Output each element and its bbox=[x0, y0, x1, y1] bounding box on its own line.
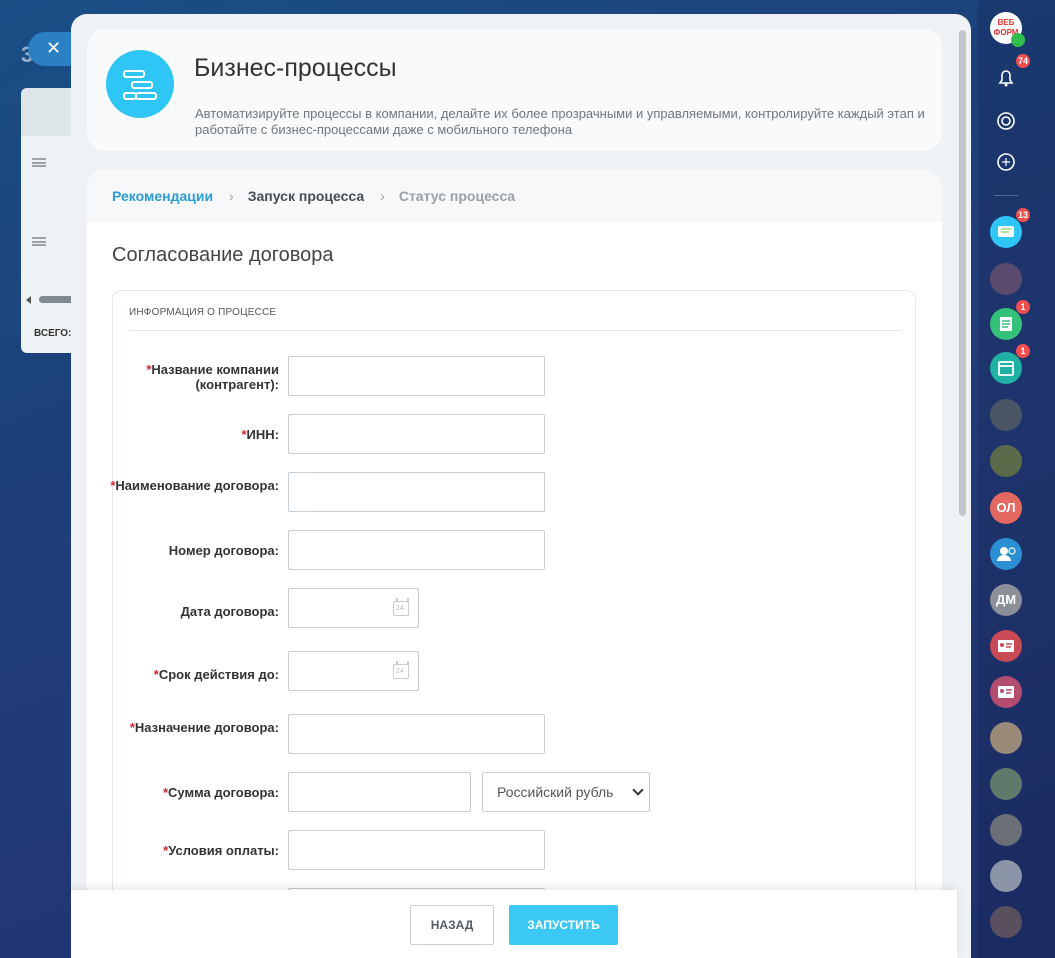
back-button[interactable]: НАЗАД bbox=[410, 905, 494, 945]
breadcrumb-launch-process: Запуск процесса bbox=[247, 187, 365, 204]
field-label-company: *Название компании (контрагент): bbox=[146, 362, 279, 392]
field-label-inn: *ИНН: bbox=[241, 427, 279, 442]
avatar[interactable] bbox=[990, 814, 1022, 846]
chevron-right-icon: › bbox=[380, 187, 385, 204]
close-icon: ✕ bbox=[46, 38, 62, 58]
field-label-payment-terms: *Условия оплаты: bbox=[163, 843, 279, 858]
chat-search-icon[interactable] bbox=[990, 146, 1022, 178]
slider-panel: Бизнес-процессы Автоматизируйте процессы… bbox=[71, 14, 971, 958]
field-label-purpose: *Назначение договора: bbox=[129, 720, 279, 735]
contact-card-icon[interactable] bbox=[990, 630, 1022, 662]
inn-input[interactable] bbox=[288, 414, 545, 454]
field-label-contract-number: Номер договора: bbox=[168, 543, 279, 558]
drag-handle-icon bbox=[32, 158, 46, 167]
currency-select-value: Российский рубль bbox=[497, 784, 614, 800]
field-label-contract-name: *Наименование договора: bbox=[110, 478, 279, 493]
background-total-label: ВСЕГО: bbox=[34, 328, 72, 339]
field-label-amount: *Сумма договора: bbox=[162, 785, 279, 800]
main-card: Рекомендации › Запуск процесса › Статус … bbox=[87, 169, 942, 958]
avatar[interactable] bbox=[990, 860, 1022, 892]
page-title: Бизнес-процессы bbox=[194, 54, 397, 82]
contract-number-input[interactable] bbox=[288, 530, 545, 570]
avatar[interactable] bbox=[990, 263, 1022, 295]
drag-handle-icon bbox=[32, 237, 46, 246]
contract-purpose-input[interactable] bbox=[288, 714, 545, 754]
header-card: Бизнес-процессы Автоматизируйте процессы… bbox=[87, 29, 942, 151]
scroll-left-arrow-icon[interactable] bbox=[26, 296, 31, 304]
avatar[interactable]: ДМ bbox=[990, 584, 1022, 616]
notifications-bell-icon[interactable]: 74 bbox=[990, 54, 1030, 94]
contact-card-icon[interactable] bbox=[990, 676, 1022, 708]
web-form-icon[interactable]: ВЕБ ФОРМ bbox=[990, 12, 1025, 47]
calendar-icon[interactable]: 24 bbox=[393, 598, 409, 616]
avatar[interactable] bbox=[990, 768, 1022, 800]
right-sidebar: ВЕБ ФОРМ 74 13 1 1 ОЛ ДМ bbox=[978, 0, 1055, 958]
panel-scrollbar[interactable] bbox=[959, 30, 966, 516]
calendar-icon[interactable]: 24 bbox=[393, 661, 409, 679]
section-divider bbox=[129, 330, 901, 331]
field-label-valid-until: *Срок действия до: bbox=[153, 667, 279, 682]
chat-badge: 13 bbox=[1015, 208, 1030, 222]
activity-icon[interactable] bbox=[990, 105, 1022, 137]
avatar[interactable] bbox=[990, 445, 1022, 477]
avatar[interactable] bbox=[990, 399, 1022, 431]
chat-icon[interactable]: 13 bbox=[990, 208, 1030, 248]
business-process-icon bbox=[106, 50, 174, 118]
process-info-section: ИНФОРМАЦИЯ О ПРОЦЕССЕ *Название компании… bbox=[110, 290, 916, 958]
sidebar-divider bbox=[994, 195, 1018, 196]
chevron-down-icon bbox=[632, 784, 644, 796]
contract-date-input[interactable]: 24 bbox=[288, 588, 419, 628]
payment-terms-input[interactable] bbox=[288, 830, 545, 870]
breadcrumb: Рекомендации › Запуск процесса › Статус … bbox=[87, 169, 942, 222]
breadcrumb-recommendations[interactable]: Рекомендации bbox=[112, 188, 213, 204]
news-icon[interactable]: 1 bbox=[990, 300, 1030, 340]
field-label-contract-date: Дата договора: bbox=[180, 604, 279, 619]
contract-name-input[interactable] bbox=[288, 472, 545, 512]
company-name-input[interactable] bbox=[288, 356, 545, 396]
chevron-right-icon: › bbox=[229, 187, 234, 204]
contract-amount-input[interactable] bbox=[288, 772, 471, 812]
page-description: Автоматизируйте процессы в компании, дел… bbox=[195, 106, 925, 137]
section-title: ИНФОРМАЦИЯ О ПРОЦЕССЕ bbox=[129, 307, 277, 318]
calendar-icon[interactable]: 1 bbox=[990, 344, 1030, 384]
avatar[interactable] bbox=[990, 906, 1022, 938]
footer-bar: НАЗАД ЗАПУСТИТЬ bbox=[71, 890, 957, 958]
avatar-user-icon[interactable] bbox=[990, 538, 1022, 570]
avatar[interactable] bbox=[990, 722, 1022, 754]
run-button[interactable]: ЗАПУСТИТЬ bbox=[509, 905, 618, 945]
notifications-badge: 74 bbox=[1015, 54, 1030, 68]
currency-select[interactable]: Российский рубль bbox=[482, 772, 650, 812]
breadcrumb-process-status: Статус процесса bbox=[398, 187, 516, 204]
avatar[interactable]: ОЛ bbox=[990, 492, 1022, 524]
valid-until-input[interactable]: 24 bbox=[288, 651, 419, 691]
news-badge: 1 bbox=[1016, 300, 1030, 314]
form-title: Согласование договора bbox=[112, 244, 334, 266]
calendar-badge: 1 bbox=[1016, 344, 1030, 358]
